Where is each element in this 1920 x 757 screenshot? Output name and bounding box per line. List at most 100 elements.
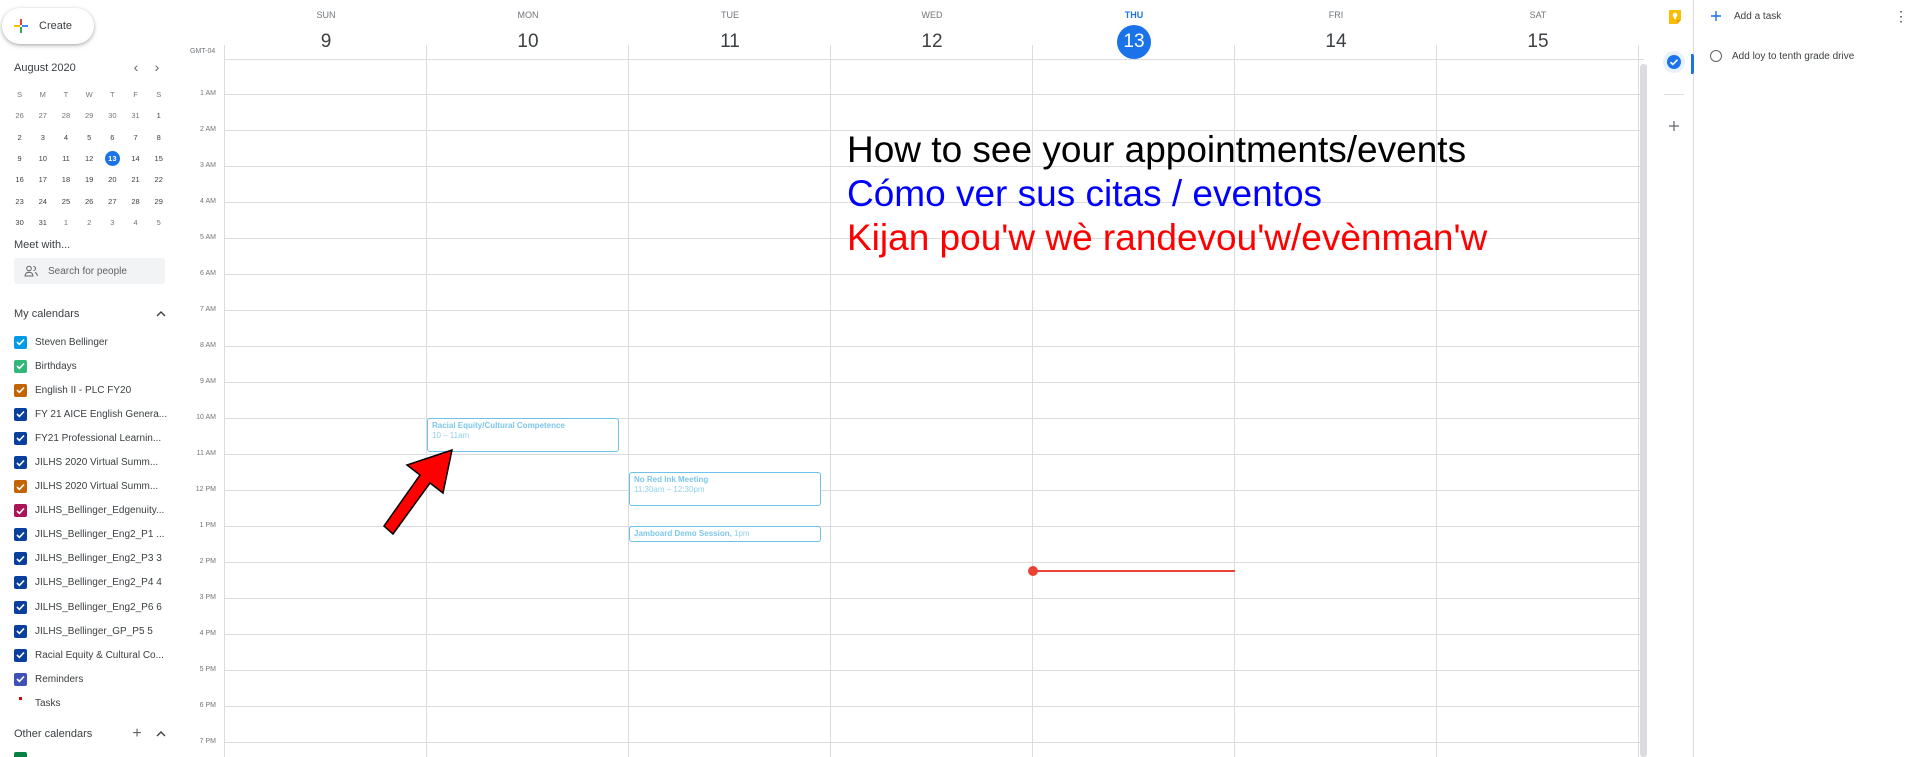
mini-day[interactable]: 28 [54, 108, 77, 123]
other-calendar-checkbox[interactable] [14, 752, 27, 757]
mini-day[interactable]: 21 [124, 172, 147, 187]
calendar-checkbox[interactable] [14, 624, 27, 638]
add-addon-icon[interactable] [1668, 120, 1680, 132]
mini-day[interactable]: 16 [8, 172, 31, 187]
calendar-item[interactable]: Steven Bellinger [14, 330, 172, 354]
mini-day[interactable]: 12 [78, 151, 101, 166]
calendar-checkbox[interactable] [14, 431, 27, 445]
mini-day[interactable]: 29 [147, 194, 170, 209]
mini-day[interactable]: 31 [124, 108, 147, 123]
day-header[interactable]: THU 13 [1033, 0, 1235, 59]
mini-day[interactable]: 6 [101, 130, 124, 145]
mini-day[interactable]: 14 [124, 151, 147, 166]
day-header[interactable]: TUE 11 [629, 0, 831, 59]
mini-day[interactable]: 20 [101, 172, 124, 187]
calendar-checkbox[interactable] [14, 696, 27, 710]
mini-day[interactable]: 18 [54, 172, 77, 187]
mini-day[interactable]: 4 [54, 130, 77, 145]
day-number[interactable]: 13 [1117, 25, 1151, 59]
mini-day[interactable]: 25 [54, 194, 77, 209]
calendar-item[interactable]: Reminders [14, 667, 172, 691]
calendar-checkbox[interactable] [14, 335, 27, 349]
keep-notes-icon[interactable] [1668, 9, 1682, 25]
task-complete-circle[interactable] [1710, 50, 1722, 62]
calendar-item[interactable]: FY21 Professional Learnin... [14, 426, 172, 450]
tasks-icon-button[interactable] [1663, 51, 1685, 73]
calendar-checkbox[interactable] [14, 528, 27, 542]
mini-day[interactable]: 5 [147, 215, 170, 230]
mini-day[interactable]: 1 [147, 108, 170, 123]
calendar-item[interactable]: JILHS_Bellinger_Eng2_P4 4 [14, 571, 172, 595]
task-item[interactable]: Add loy to tenth grade drive [1710, 50, 1854, 62]
mini-day[interactable]: 3 [31, 130, 54, 145]
mini-day[interactable]: 7 [124, 130, 147, 145]
mini-day[interactable]: 27 [31, 108, 54, 123]
calendar-checkbox[interactable] [14, 407, 27, 421]
mini-day[interactable]: 26 [78, 194, 101, 209]
calendar-item[interactable]: FY 21 AICE English Genera... [14, 402, 172, 426]
add-task-button[interactable]: Add a task [1710, 10, 1781, 22]
calendar-item[interactable]: JILHS_Bellinger_Eng2_P3 3 [14, 547, 172, 571]
mini-day[interactable]: 8 [147, 130, 170, 145]
mini-day[interactable]: 2 [78, 215, 101, 230]
calendar-checkbox[interactable] [14, 504, 27, 518]
mini-day[interactable]: 24 [31, 194, 54, 209]
calendar-item[interactable]: Tasks [14, 691, 172, 715]
calendar-item[interactable]: JILHS 2020 Virtual Summ... [14, 450, 172, 474]
day-number[interactable]: 14 [1319, 25, 1353, 59]
mini-day[interactable]: 30 [8, 215, 31, 230]
calendar-checkbox[interactable] [14, 383, 27, 397]
mini-day[interactable]: 10 [31, 151, 54, 166]
mini-day[interactable]: 2 [8, 130, 31, 145]
calendar-item[interactable]: JILHS_Bellinger_Eng2_P1 ... [14, 523, 172, 547]
grid-scrollbar[interactable] [1640, 64, 1647, 757]
day-number[interactable]: 12 [915, 25, 949, 59]
calendar-item[interactable]: JILHS_Bellinger_GP_P5 5 [14, 619, 172, 643]
my-calendars-header[interactable]: My calendars [14, 308, 166, 320]
calendar-checkbox[interactable] [14, 648, 27, 662]
day-number[interactable]: 9 [309, 25, 343, 59]
mini-day[interactable]: 27 [101, 194, 124, 209]
mini-day[interactable]: 19 [78, 172, 101, 187]
day-header[interactable]: SUN 9 [225, 0, 427, 59]
mini-day[interactable]: 9 [8, 151, 31, 166]
mini-day[interactable]: 11 [54, 151, 77, 166]
mini-day[interactable]: 15 [147, 151, 170, 166]
day-header[interactable]: SAT 15 [1437, 0, 1639, 59]
calendar-checkbox[interactable] [14, 576, 27, 590]
calendar-event[interactable]: No Red Ink Meeting 11:30am – 12:30pm [629, 471, 821, 506]
calendar-item[interactable]: JILHS 2020 Virtual Summ... [14, 475, 172, 499]
create-button[interactable]: Create [2, 8, 94, 44]
mini-prev-month-button[interactable]: ‹ [128, 60, 144, 76]
mini-next-month-button[interactable]: › [149, 60, 165, 76]
add-other-calendar-icon[interactable]: + [130, 726, 144, 742]
day-number[interactable]: 10 [511, 25, 545, 59]
chevron-up-icon[interactable] [156, 731, 166, 737]
mini-day[interactable]: 1 [54, 215, 77, 230]
mini-day[interactable]: 3 [101, 215, 124, 230]
calendar-checkbox[interactable] [14, 480, 27, 494]
day-header[interactable]: FRI 14 [1235, 0, 1437, 59]
calendar-checkbox[interactable] [14, 359, 27, 373]
calendar-item[interactable]: JILHS_Bellinger_Eng2_P6 6 [14, 595, 172, 619]
mini-day[interactable]: 13 [101, 151, 124, 167]
calendar-item[interactable]: English II - PLC FY20 [14, 378, 172, 402]
mini-day[interactable]: 4 [124, 215, 147, 230]
calendar-checkbox[interactable] [14, 456, 27, 470]
mini-day[interactable]: 17 [31, 172, 54, 187]
day-header[interactable]: WED 12 [831, 0, 1033, 59]
day-header[interactable]: MON 10 [427, 0, 629, 59]
calendar-checkbox[interactable] [14, 552, 27, 566]
calendar-item[interactable]: Birthdays [14, 354, 172, 378]
search-people-input[interactable]: Search for people [14, 258, 165, 284]
mini-day[interactable]: 28 [124, 194, 147, 209]
mini-day[interactable]: 29 [78, 108, 101, 123]
mini-day[interactable]: 30 [101, 108, 124, 123]
mini-day[interactable]: 22 [147, 172, 170, 187]
calendar-item[interactable]: Racial Equity & Cultural Co... [14, 643, 172, 667]
mini-day[interactable]: 5 [78, 130, 101, 145]
calendar-checkbox[interactable] [14, 600, 27, 614]
mini-day[interactable]: 23 [8, 194, 31, 209]
mini-day[interactable]: 26 [8, 108, 31, 123]
calendar-event[interactable]: Jamboard Demo Session, 1pm [629, 525, 821, 542]
